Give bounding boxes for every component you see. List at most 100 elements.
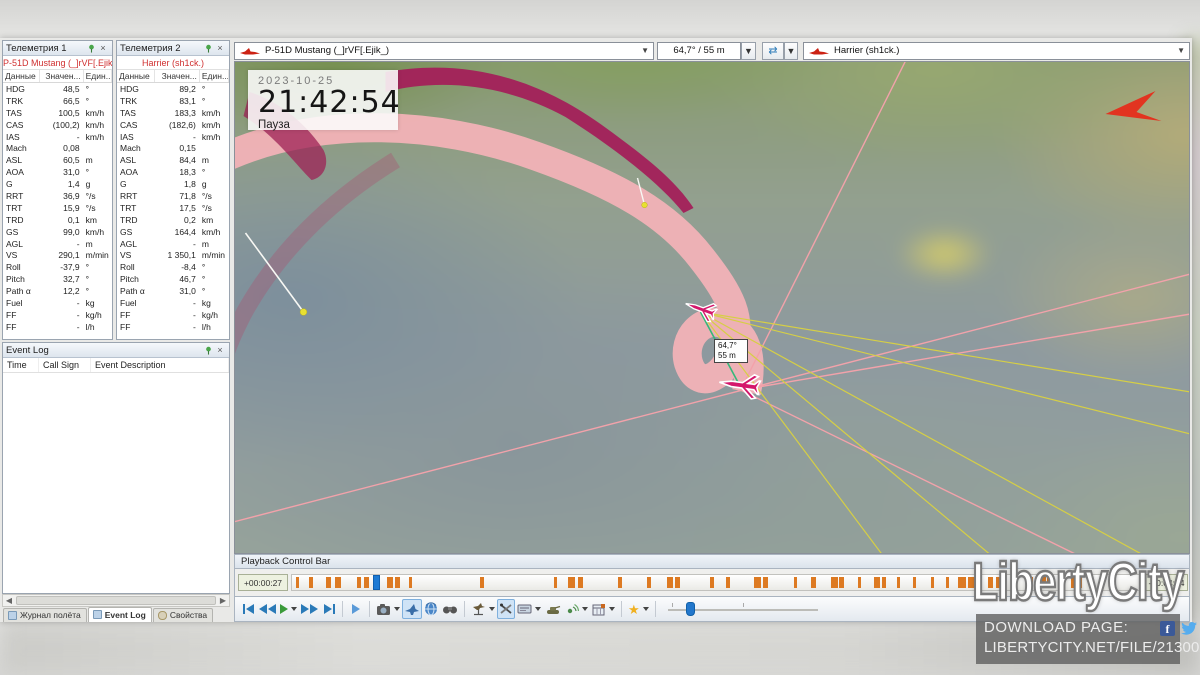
twitter-icon[interactable]: [1181, 621, 1198, 636]
camera-mode-button[interactable]: [374, 599, 402, 619]
timeline-event-marker[interactable]: [335, 577, 341, 588]
timeline-event-marker[interactable]: [568, 577, 575, 588]
timeline-event-marker[interactable]: [578, 577, 583, 588]
telemetry-value: 36,9: [40, 191, 84, 201]
object-model-button[interactable]: [469, 599, 497, 619]
globe-icon: [424, 602, 438, 616]
telemetry-row: Pitch32,7°: [3, 273, 112, 285]
range-display-dropdown[interactable]: ▼: [741, 42, 756, 60]
timeline-event-marker[interactable]: [618, 577, 622, 588]
timeline-event-marker[interactable]: [931, 577, 934, 588]
timeline-event-marker[interactable]: [409, 577, 412, 588]
col-callsign[interactable]: Call Sign: [39, 358, 91, 372]
timeline-event-marker[interactable]: [395, 577, 400, 588]
timeline-event-marker[interactable]: [913, 577, 916, 588]
timeline-event-marker[interactable]: [882, 577, 886, 588]
timeline-event-marker[interactable]: [675, 577, 680, 588]
col-description[interactable]: Event Description: [91, 358, 229, 372]
globe-view-button[interactable]: [422, 599, 440, 619]
timeline-event-marker[interactable]: [874, 577, 880, 588]
pin-icon[interactable]: [202, 345, 214, 356]
ground-units-button[interactable]: [543, 599, 563, 619]
event-log-panel: Event Log × Time Call Sign Event Descrip…: [2, 342, 230, 594]
scroll-right-icon[interactable]: ▶: [217, 596, 229, 605]
measure-tools-button[interactable]: [497, 599, 515, 619]
timeline-event-marker[interactable]: [897, 577, 900, 588]
timeline-event-marker[interactable]: [831, 577, 838, 588]
tab-event-log[interactable]: Event Log: [88, 607, 152, 622]
tab-properties[interactable]: Свойства: [153, 608, 213, 622]
telemetry-row: Pitch46,7°: [117, 273, 229, 285]
timeline-event-marker[interactable]: [763, 577, 768, 588]
timeline-event-marker[interactable]: [326, 577, 331, 588]
telemetry-row: Path α31,0°: [117, 285, 229, 297]
timeline-event-marker[interactable]: [811, 577, 816, 588]
radio-comms-button[interactable]: [563, 599, 590, 619]
facebook-icon[interactable]: f: [1160, 621, 1175, 636]
primary-object-selector[interactable]: P-51D Mustang (_]rVF[.Ejik_) ▼: [234, 42, 654, 60]
fast-forward-button[interactable]: [299, 599, 320, 619]
telemetry-param: RRT: [3, 191, 40, 201]
timeline-event-marker[interactable]: [726, 577, 730, 588]
telemetry-row: TRK66,5°: [3, 95, 112, 107]
swap-dropdown[interactable]: ▼: [784, 42, 798, 60]
social-icons: f: [1160, 621, 1198, 636]
timeline-event-marker[interactable]: [754, 577, 761, 588]
telemetry-param: AOA: [117, 167, 155, 177]
col-time[interactable]: Time: [3, 358, 39, 372]
labels-button[interactable]: [515, 599, 543, 619]
telemetry-view-button[interactable]: [440, 599, 460, 619]
timeline-position-cursor[interactable]: [373, 575, 380, 590]
telemetry-row: ASL84,4m: [117, 154, 229, 166]
pin-icon[interactable]: [85, 43, 97, 54]
download-url[interactable]: LIBERTYCITY.NET/FILE/213002: [984, 639, 1172, 656]
pin-icon[interactable]: [202, 43, 214, 54]
telemetry-unit: m: [200, 239, 229, 249]
scrollbar-thumb[interactable]: [16, 596, 216, 605]
timeline-event-marker[interactable]: [554, 577, 557, 588]
timeline-event-marker[interactable]: [710, 577, 714, 588]
timeline-event-marker[interactable]: [958, 577, 966, 588]
timeline-event-marker[interactable]: [667, 577, 673, 588]
timeline-event-marker[interactable]: [946, 577, 949, 588]
slider-thumb[interactable]: [686, 602, 695, 616]
secondary-object-selector[interactable]: Harrier (sh1ck.) ▼: [803, 42, 1190, 60]
telemetry-param: FF: [117, 322, 155, 332]
timeline-event-marker[interactable]: [647, 577, 651, 588]
skip-to-end-button[interactable]: [320, 599, 338, 619]
telemetry-panel-2: Телеметрия 2 × Harrier (sh1ck.) Данные З…: [116, 40, 230, 340]
telemetry-value: 100,5: [40, 108, 84, 118]
telemetry-unit: m/min: [200, 250, 229, 260]
timeline-event-marker[interactable]: [387, 577, 393, 588]
tab-flight-log[interactable]: Журнал полёта: [3, 608, 87, 622]
telemetry-unit: °: [84, 96, 112, 106]
play-button[interactable]: [278, 599, 299, 619]
show-aircraft-button[interactable]: [402, 599, 422, 619]
close-icon[interactable]: ×: [97, 43, 109, 54]
step-forward-button[interactable]: [347, 599, 365, 619]
rewind-button[interactable]: [257, 599, 278, 619]
3d-flight-view[interactable]: 64,7° 55 m 2023-10-25 21:42:54 Пауза: [234, 61, 1190, 554]
telemetry-row: TAS100,5km/h: [3, 107, 112, 119]
event-log-hscrollbar[interactable]: ◀ ▶: [2, 594, 230, 607]
speed-slider[interactable]: [668, 599, 818, 619]
telemetry-row: TRK83,1°: [117, 95, 229, 107]
scroll-left-icon[interactable]: ◀: [3, 596, 15, 605]
close-icon[interactable]: ×: [214, 345, 226, 356]
favorites-button[interactable]: ★: [626, 599, 651, 619]
timeline-event-marker[interactable]: [839, 577, 844, 588]
timeline-event-marker[interactable]: [357, 577, 361, 588]
mission-editor-button[interactable]: [590, 599, 617, 619]
timeline-event-marker[interactable]: [364, 577, 369, 588]
timeline-event-marker[interactable]: [858, 577, 861, 588]
telemetry-value: -: [40, 310, 84, 320]
timeline-event-marker[interactable]: [480, 577, 484, 588]
telemetry-param: FF: [117, 310, 155, 320]
swap-objects-button[interactable]: ⇄: [762, 42, 784, 60]
timeline-event-marker[interactable]: [296, 577, 299, 588]
telemetry-param: FF: [3, 310, 40, 320]
timeline-event-marker[interactable]: [794, 577, 797, 588]
skip-to-start-button[interactable]: [239, 599, 257, 619]
timeline-event-marker[interactable]: [309, 577, 313, 588]
close-icon[interactable]: ×: [214, 43, 226, 54]
